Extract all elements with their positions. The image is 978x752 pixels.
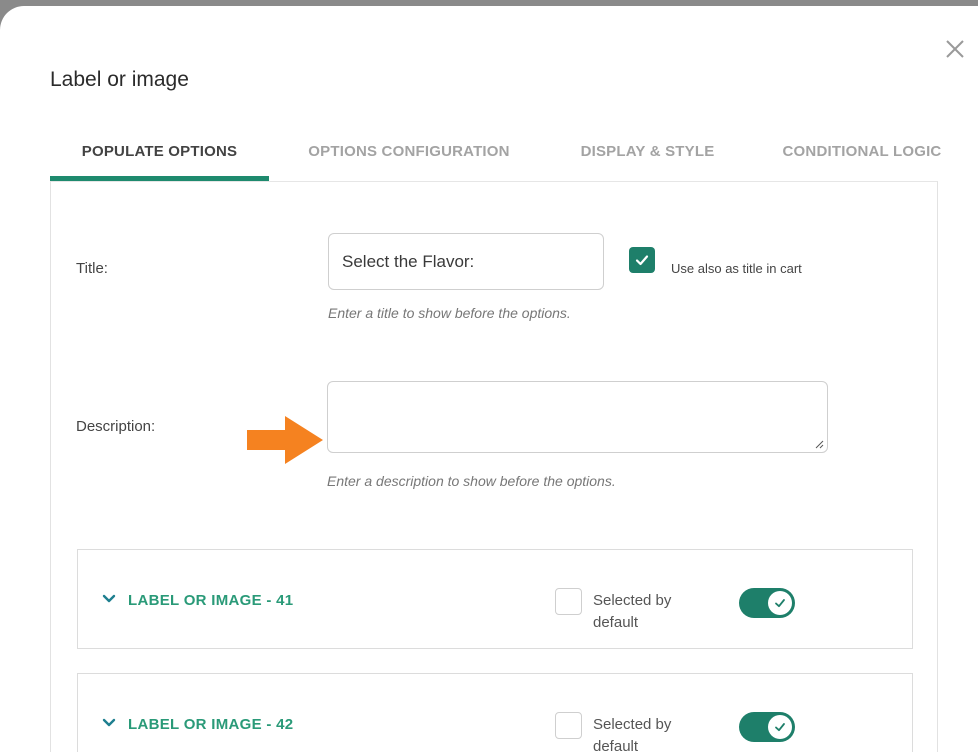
close-icon[interactable]: [944, 38, 966, 60]
resize-handle-icon[interactable]: [814, 439, 824, 449]
use-as-cart-title-label: Use also as title in cart: [671, 261, 802, 276]
chevron-down-icon[interactable]: [102, 594, 116, 604]
title-input-value: Select the Flavor:: [342, 251, 475, 271]
selected-by-default-checkbox[interactable]: [555, 588, 582, 615]
option-enabled-toggle[interactable]: [739, 712, 795, 742]
arrow-right-icon: [247, 416, 323, 464]
selected-by-default-label: Selected by default: [593, 592, 672, 631]
chevron-down-icon[interactable]: [102, 718, 116, 728]
description-label: Description:: [76, 418, 156, 435]
checkmark-icon: [635, 255, 649, 266]
toggle-knob: [768, 715, 792, 739]
toggle-knob: [768, 591, 792, 615]
option-card-42: LABEL OR IMAGE - 42 Selected by default: [77, 673, 913, 752]
tab-options-configuration[interactable]: OPTIONS CONFIGURATION: [269, 120, 549, 182]
checkmark-icon: [775, 723, 785, 732]
option-enabled-toggle[interactable]: [739, 588, 795, 618]
selected-by-default-checkbox[interactable]: [555, 712, 582, 739]
use-as-cart-title-checkbox[interactable]: [629, 247, 655, 273]
title-label: Title:: [76, 260, 108, 277]
modal-title: Label or image: [50, 68, 189, 91]
checkmark-icon: [775, 599, 785, 608]
description-hint: Enter a description to show before the o…: [327, 473, 616, 489]
title-hint: Enter a title to show before the options…: [328, 305, 571, 321]
option-title[interactable]: LABEL OR IMAGE - 42: [128, 716, 293, 733]
tab-display-style[interactable]: DISPLAY & STYLE: [549, 120, 746, 182]
selected-by-default-label: Selected by default: [593, 716, 672, 752]
option-card-41: LABEL OR IMAGE - 41 Selected by default: [77, 549, 913, 649]
tab-bar: POPULATE OPTIONS OPTIONS CONFIGURATION D…: [50, 120, 978, 182]
description-textarea[interactable]: [327, 381, 828, 453]
tab-populate-options[interactable]: POPULATE OPTIONS: [50, 120, 269, 182]
populate-options-panel: Title: Select the Flavor: Use also as ti…: [50, 181, 938, 752]
tab-conditional-logic[interactable]: CONDITIONAL LOGIC: [746, 120, 978, 182]
option-title[interactable]: LABEL OR IMAGE - 41: [128, 592, 293, 609]
modal-dialog: Label or image POPULATE OPTIONS OPTIONS …: [0, 6, 978, 752]
title-input[interactable]: Select the Flavor:: [328, 233, 604, 290]
